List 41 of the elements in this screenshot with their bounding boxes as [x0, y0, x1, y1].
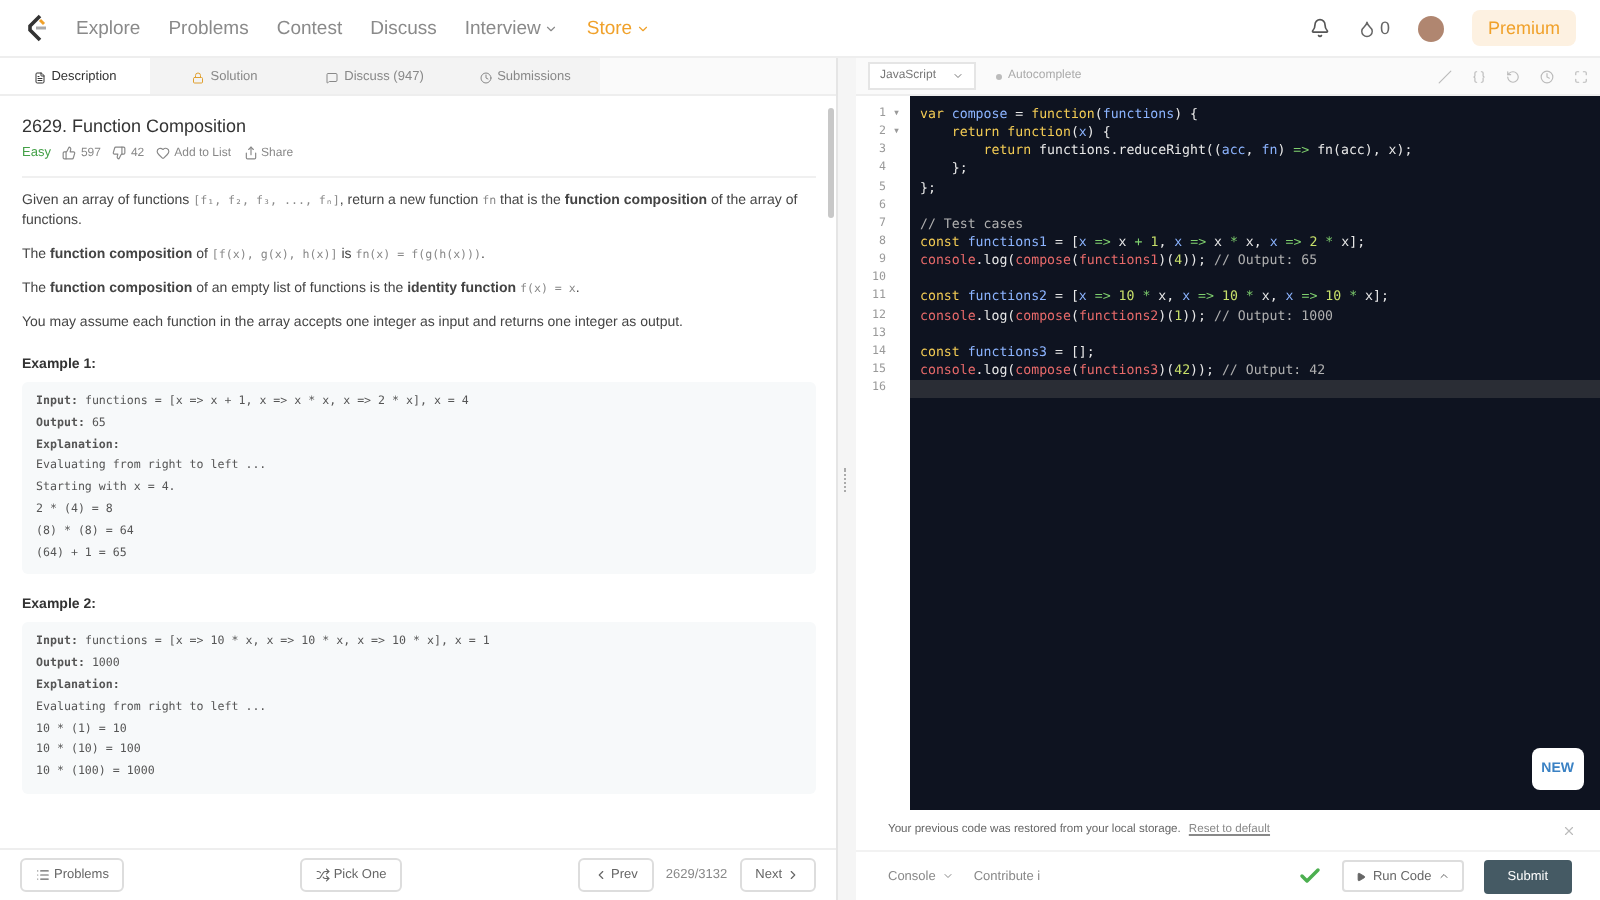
slash-icon[interactable]	[1438, 69, 1452, 83]
shuffle-icon	[315, 868, 330, 882]
fullscreen-icon[interactable]	[1574, 69, 1588, 83]
store-menu[interactable]: Store	[586, 17, 651, 39]
avatar[interactable]	[1417, 15, 1444, 41]
chevron-right-icon	[786, 868, 801, 882]
document-icon	[33, 71, 46, 83]
chevron-down-icon	[952, 70, 965, 82]
nav-link[interactable]: Explore	[76, 17, 141, 39]
check-icon	[1298, 864, 1323, 888]
lock-icon	[192, 71, 205, 83]
chevron-up-icon	[1437, 870, 1450, 882]
clock-icon[interactable]	[1540, 69, 1554, 83]
close-icon[interactable]	[1562, 823, 1576, 837]
reset-icon[interactable]	[1506, 69, 1520, 83]
notifications-icon[interactable]	[1309, 18, 1330, 38]
share-icon	[243, 146, 258, 160]
nav-link[interactable]: Contest	[276, 17, 343, 39]
resize-handle[interactable]	[844, 467, 850, 491]
drop-icon[interactable]	[1357, 19, 1376, 37]
dot-icon	[996, 73, 1003, 79]
braces-icon[interactable]	[1472, 69, 1486, 83]
chevron-down-icon	[544, 21, 559, 35]
heart-icon	[156, 146, 171, 160]
thumbs-down-icon[interactable]	[112, 146, 127, 160]
chat-icon	[326, 71, 339, 83]
problem-title: 2629. Function Composition	[22, 116, 249, 136]
thumbs-up-icon[interactable]	[62, 146, 77, 160]
premium-button[interactable]: Premium	[1471, 10, 1576, 46]
code-editor[interactable]	[910, 96, 1600, 810]
coin-count: 0	[1379, 18, 1390, 38]
clock-icon	[479, 71, 492, 83]
nav-menu[interactable]: Interview	[464, 17, 559, 39]
list-icon	[36, 868, 50, 882]
chevron-down-icon	[636, 21, 651, 35]
chevron-left-icon	[593, 868, 608, 882]
nav-link[interactable]: Discuss	[370, 17, 437, 39]
play-icon	[1356, 871, 1367, 881]
logo-icon[interactable]	[24, 14, 48, 42]
nav-link[interactable]: Problems	[168, 17, 249, 39]
chevron-down-icon	[941, 870, 954, 882]
